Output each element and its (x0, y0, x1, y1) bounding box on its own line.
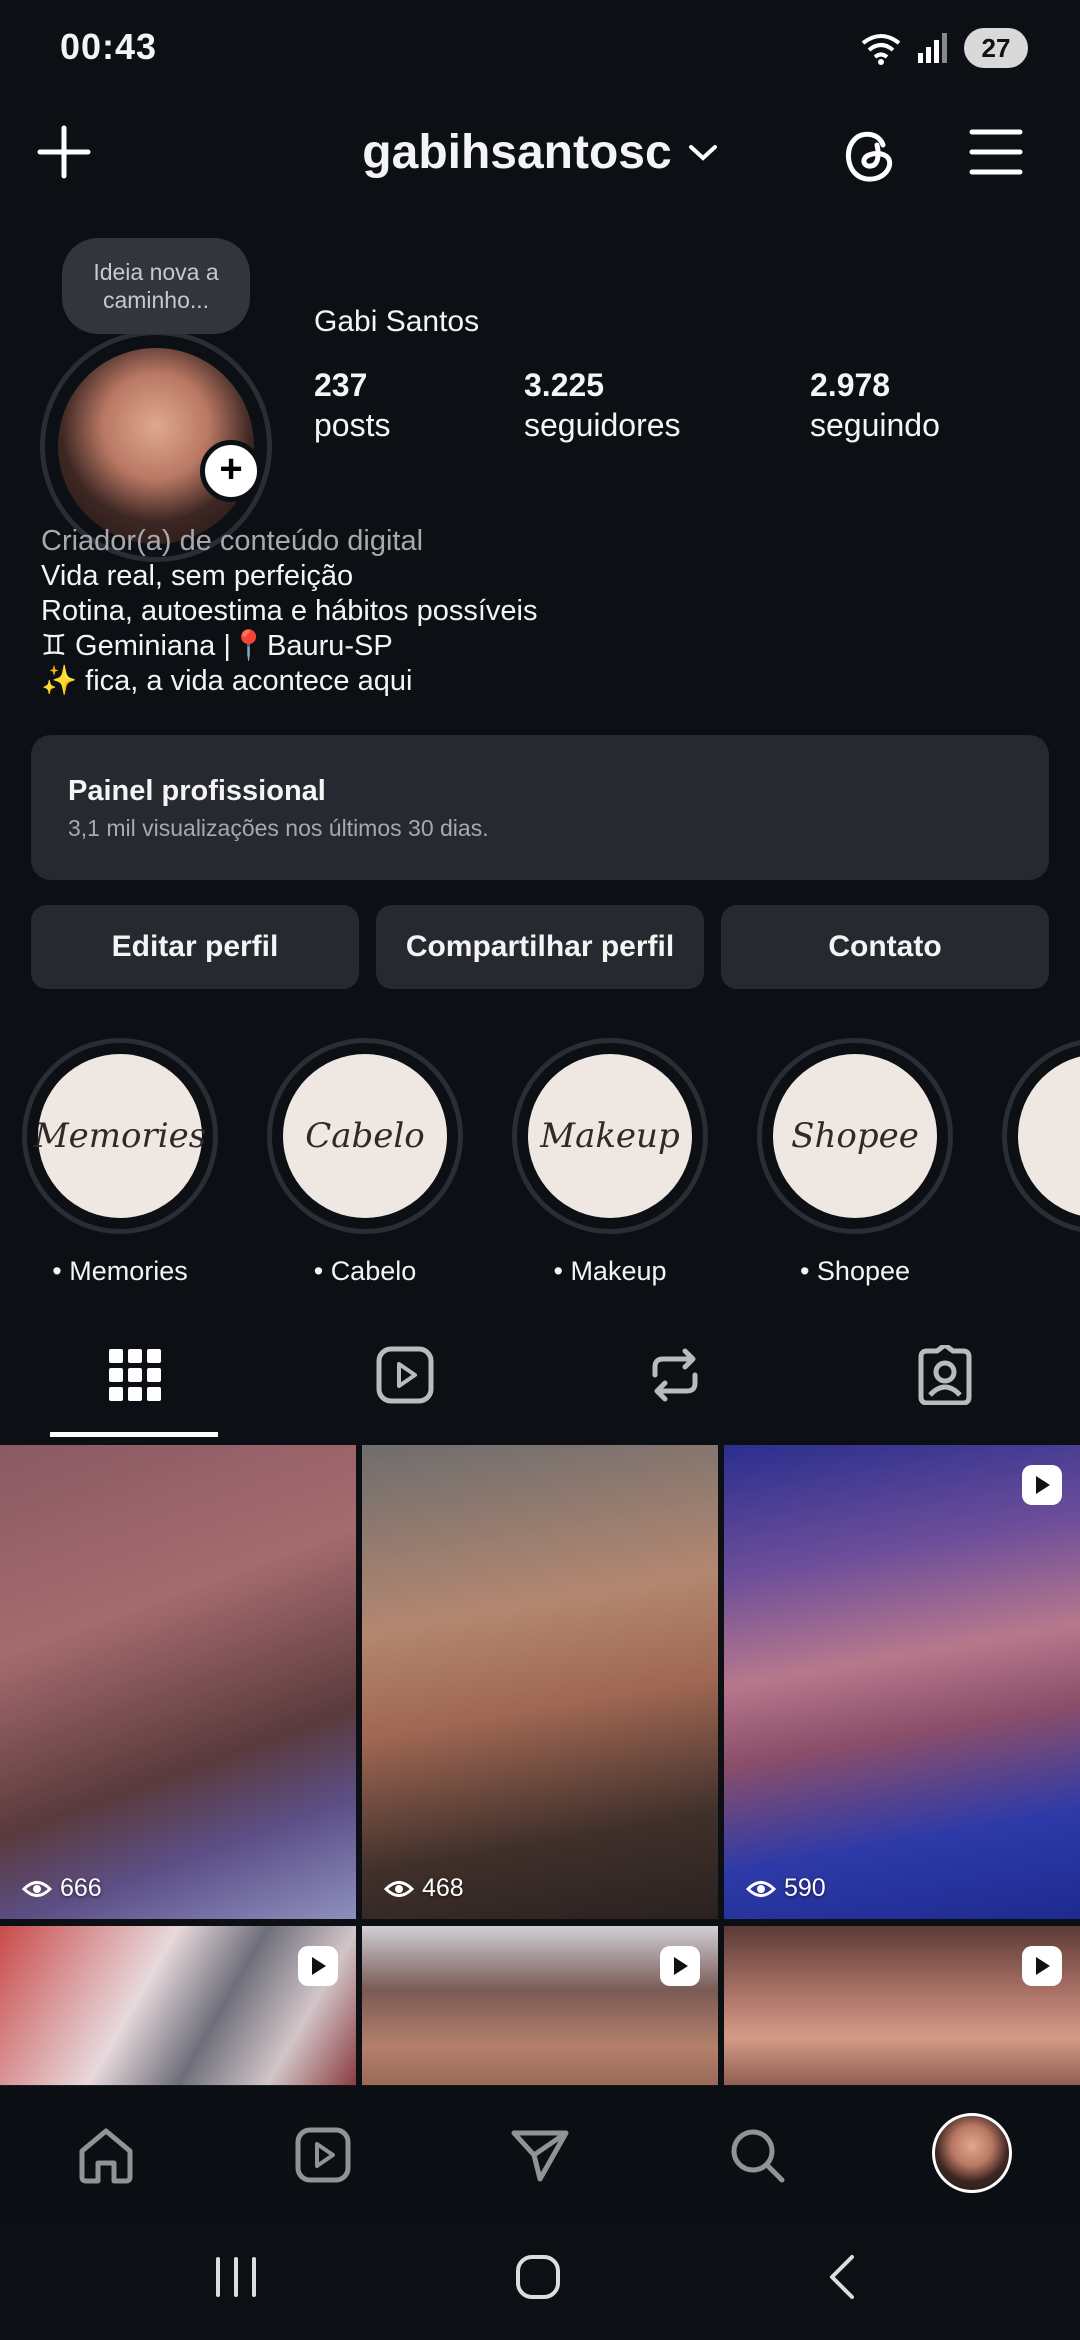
view-count: 468 (384, 1874, 464, 1903)
search-icon[interactable] (717, 2120, 797, 2190)
highlight-label: • Cabelo (313, 1256, 417, 1286)
highlight-partial[interactable]: M • (1002, 1038, 1080, 1287)
posts-count[interactable]: 237 posts (314, 365, 390, 445)
edit-profile-button[interactable]: Editar perfil (31, 905, 359, 989)
reels-nav-icon[interactable] (283, 2120, 363, 2190)
post-thumbnail[interactable] (362, 1926, 718, 2086)
home-icon[interactable] (66, 2120, 146, 2190)
panel-title: Painel profissional (68, 775, 326, 807)
play-icon (1036, 1476, 1050, 1494)
bio: Criador(a) de conteúdo digital Vida real… (41, 524, 538, 699)
stat-label: seguindo (810, 407, 940, 443)
note-line-1: Ideia nova a (93, 259, 219, 285)
play-icon (1036, 1957, 1050, 1975)
stat-value: 3.225 (524, 367, 605, 403)
username-switcher[interactable]: gabihsantosc (0, 125, 1080, 180)
tab-tagged[interactable] (810, 1340, 1080, 1410)
profile-avatar[interactable] (932, 2113, 1012, 2193)
reel-badge (298, 1946, 338, 1986)
wifi-icon (861, 34, 901, 65)
highlight-cover: Shopee (773, 1054, 937, 1218)
view-count: 666 (22, 1874, 102, 1903)
highlight-label: • Memories (52, 1256, 188, 1286)
contact-button[interactable]: Contato (721, 905, 1049, 989)
note-line-2: caminho... (102, 287, 210, 313)
status-icons: 27 (860, 28, 1028, 68)
stat-label: posts (314, 407, 391, 443)
panel-subtitle: 3,1 mil visualizações nos últimos 30 dia… (68, 815, 489, 841)
play-icon (674, 1957, 688, 1975)
tab-reels[interactable] (270, 1340, 540, 1410)
share-profile-button[interactable]: Compartilhar perfil (376, 905, 704, 989)
grid-icon (109, 1349, 161, 1401)
display-name: Gabi Santos (314, 305, 480, 338)
highlight-cover: Memories (34, 1054, 206, 1218)
stat-label: seguidores (524, 407, 681, 443)
status-time: 00:43 (60, 26, 158, 67)
recent-apps-icon[interactable] (208, 2255, 264, 2304)
send-icon[interactable] (500, 2120, 580, 2190)
post-thumbnail[interactable]: 590 (724, 1445, 1080, 1919)
post-thumbnail[interactable] (0, 1926, 356, 2086)
post-thumbnail[interactable] (724, 1926, 1080, 2086)
eye-icon (22, 1880, 52, 1897)
note-bubble[interactable]: Ideia nova a caminho... (62, 238, 250, 334)
stat-value: 237 (314, 367, 368, 403)
following-count[interactable]: 2.978 seguindo (810, 365, 940, 445)
signal-icon (918, 33, 947, 63)
reels-icon (376, 1346, 434, 1404)
tagged-icon (918, 1345, 972, 1405)
reel-badge (1022, 1465, 1062, 1505)
view-count: 590 (746, 1874, 826, 1903)
home-button-icon[interactable] (514, 2253, 562, 2306)
bio-line: Rotina, autoestima e hábitos possíveis (41, 595, 538, 627)
highlight-shopee[interactable]: Shopee • Shopee (757, 1038, 953, 1287)
tab-reposts[interactable] (540, 1340, 810, 1410)
eye-icon (746, 1880, 776, 1897)
play-icon (312, 1957, 326, 1975)
reel-badge (660, 1946, 700, 1986)
back-icon[interactable] (822, 2253, 862, 2306)
followers-count[interactable]: 3.225 seguidores (524, 365, 681, 445)
highlight-label: • (1002, 1256, 1080, 1287)
active-tab-indicator (50, 1432, 218, 1437)
username: gabihsantosc (362, 126, 672, 179)
reposts-icon (652, 1348, 698, 1402)
highlight-cabelo[interactable]: Cabelo • Cabelo (267, 1038, 463, 1287)
highlight-cover: Cabelo (283, 1054, 447, 1218)
post-thumbnail[interactable]: 468 (362, 1445, 718, 1919)
threads-icon[interactable] (840, 122, 900, 186)
bio-line: ✨ fica, a vida acontece aqui (41, 665, 413, 697)
post-thumbnail[interactable]: 666 (0, 1445, 356, 1919)
view-count-value: 468 (422, 1874, 464, 1902)
bio-line: Vida real, sem perfeição (41, 560, 354, 592)
highlight-makeup[interactable]: Makeup • Makeup (512, 1038, 708, 1287)
chevron-down-icon (688, 144, 717, 161)
eye-icon (384, 1880, 414, 1897)
highlight-cover: M (1018, 1054, 1080, 1218)
highlight-cover: Makeup (528, 1054, 692, 1218)
reel-badge (1022, 1946, 1062, 1986)
add-story-plus-icon[interactable]: + (200, 440, 262, 502)
tab-grid[interactable] (0, 1340, 270, 1410)
battery-indicator: 27 (964, 28, 1028, 68)
highlight-partial-clip: M • (1002, 1038, 1080, 1328)
view-count-value: 666 (60, 1874, 102, 1902)
view-count-value: 590 (784, 1874, 826, 1902)
highlight-label: • Makeup (553, 1256, 667, 1286)
bio-line: ♊ Geminiana |📍Bauru-SP (41, 630, 393, 662)
stat-value: 2.978 (810, 367, 891, 403)
highlight-label: • Shopee (799, 1256, 911, 1286)
menu-icon[interactable] (966, 124, 1026, 180)
category-label: Criador(a) de conteúdo digital (41, 525, 424, 557)
highlight-memories[interactable]: Memories • Memories (22, 1038, 218, 1287)
